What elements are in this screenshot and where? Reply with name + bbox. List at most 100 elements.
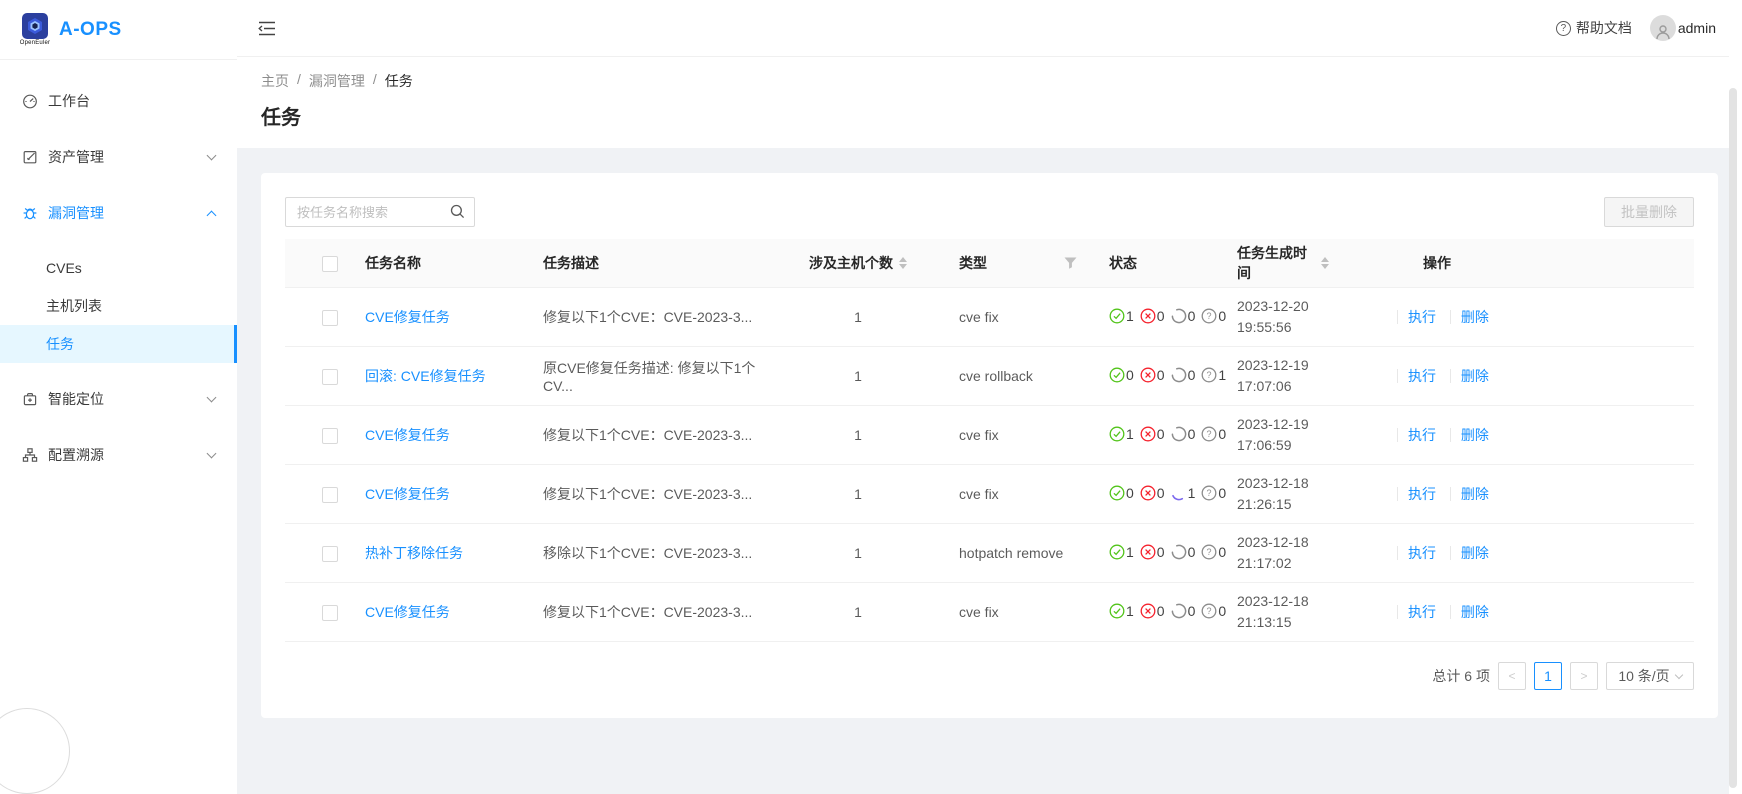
svg-text:?: ?: [1207, 429, 1212, 439]
vulnerability-submenu: CVEs 主机列表 任务: [0, 249, 237, 363]
actions-cell: 执行 删除: [1353, 288, 1694, 347]
sidebar-nav: 工作台 资产管理 漏洞管理 CVEs 主机列表 任务: [0, 60, 237, 475]
row-checkbox[interactable]: [322, 310, 338, 326]
task-name-link[interactable]: 热补丁移除任务: [365, 545, 463, 561]
sidebar-item-cves[interactable]: CVEs: [0, 249, 237, 287]
sidebar-item-assets[interactable]: 资产管理: [0, 137, 237, 177]
task-name-link[interactable]: 回滚: CVE修复任务: [365, 368, 486, 384]
svg-text:?: ?: [1207, 370, 1212, 380]
action-divider: [1397, 310, 1398, 324]
batch-delete-button[interactable]: 批量删除: [1604, 197, 1694, 227]
fail-icon: [1140, 367, 1156, 383]
sidebar-item-vulnerability[interactable]: 漏洞管理: [0, 193, 237, 233]
search-icon[interactable]: [450, 204, 465, 219]
delete-link[interactable]: 删除: [1461, 368, 1489, 384]
svg-text:?: ?: [1207, 488, 1212, 498]
help-doc-link[interactable]: ? 帮助文档: [1556, 18, 1632, 38]
status-cell: 1 0 0 ? 0: [1093, 524, 1221, 583]
col-type[interactable]: 类型: [943, 239, 1093, 288]
execute-link[interactable]: 执行: [1408, 427, 1436, 443]
next-page-button[interactable]: >: [1570, 662, 1598, 690]
svg-text:?: ?: [1207, 606, 1212, 616]
app-name: A-OPS: [59, 19, 122, 41]
openeuler-logo-icon: OpenEuler: [20, 13, 50, 46]
task-type: cve fix: [943, 583, 1093, 642]
logo: OpenEuler A-OPS: [0, 0, 237, 60]
row-checkbox[interactable]: [322, 369, 338, 385]
sidebar-item-config-trace[interactable]: 配置溯源: [0, 435, 237, 475]
filter-icon[interactable]: [1064, 257, 1077, 269]
chevron-down-icon: [207, 151, 217, 161]
task-name-link[interactable]: CVE修复任务: [365, 309, 450, 325]
sidebar-item-label: 资产管理: [48, 147, 208, 167]
sidebar-item-workbench[interactable]: 工作台: [0, 81, 237, 121]
task-name-link[interactable]: CVE修复任务: [365, 486, 450, 502]
running-icon: [1171, 308, 1187, 324]
sidebar-item-label: 主机列表: [46, 296, 102, 316]
row-checkbox[interactable]: [322, 487, 338, 503]
execute-link[interactable]: 执行: [1408, 486, 1436, 502]
col-created-time[interactable]: 任务生成时间: [1221, 239, 1353, 288]
chevron-down-icon: [207, 449, 217, 459]
task-desc: 原CVE修复任务描述: 修复以下1个CV...: [527, 347, 773, 406]
table-row: CVE修复任务 修复以下1个CVE：CVE-2023-3... 1 cve fi…: [285, 406, 1694, 465]
row-checkbox[interactable]: [322, 428, 338, 444]
running-spinner-icon: [1171, 485, 1187, 501]
breadcrumb-separator: /: [373, 71, 377, 91]
page-1-button[interactable]: 1: [1534, 662, 1562, 690]
page-title: 任务: [261, 101, 1718, 130]
delete-link[interactable]: 删除: [1461, 486, 1489, 502]
sidebar-item-label: CVEs: [46, 260, 82, 276]
task-type: cve fix: [943, 465, 1093, 524]
created-time: 2023-12-18 21:26:15: [1221, 465, 1353, 524]
sorter-icon[interactable]: [1321, 257, 1329, 269]
prev-page-button[interactable]: <: [1498, 662, 1526, 690]
success-icon: [1109, 367, 1125, 383]
col-host-count[interactable]: 涉及主机个数: [773, 239, 943, 288]
sorter-icon[interactable]: [899, 257, 907, 269]
delete-link[interactable]: 删除: [1461, 604, 1489, 620]
delete-link[interactable]: 删除: [1461, 427, 1489, 443]
sidebar-item-tasks[interactable]: 任务: [0, 325, 237, 363]
created-time: 2023-12-18 21:13:15: [1221, 583, 1353, 642]
menu-fold-icon[interactable]: [258, 18, 278, 38]
status-badge: 1 0 0 ? 0: [1109, 603, 1230, 619]
page-size-select[interactable]: 10 条/页: [1606, 662, 1694, 690]
execute-link[interactable]: 执行: [1408, 604, 1436, 620]
unknown-icon: ?: [1201, 603, 1217, 619]
content-area: 批量删除 任务名称 任务描述 涉及主机个数: [237, 148, 1742, 794]
row-checkbox[interactable]: [322, 546, 338, 562]
table-row: 热补丁移除任务 移除以下1个CVE：CVE-2023-3... 1 hotpat…: [285, 524, 1694, 583]
task-table: 任务名称 任务描述 涉及主机个数 类型: [285, 239, 1694, 642]
task-name-link[interactable]: CVE修复任务: [365, 604, 450, 620]
scrollbar-thumb[interactable]: [1729, 88, 1737, 788]
breadcrumb-home[interactable]: 主页: [261, 71, 289, 91]
execute-link[interactable]: 执行: [1408, 545, 1436, 561]
search-input[interactable]: [285, 197, 475, 227]
task-name-link[interactable]: CVE修复任务: [365, 427, 450, 443]
user-menu[interactable]: admin: [1650, 15, 1716, 41]
table-header-row: 任务名称 任务描述 涉及主机个数 类型: [285, 239, 1694, 288]
sidebar-item-label: 工作台: [48, 91, 215, 111]
status-cell: 1 0 0 ? 0: [1093, 583, 1221, 642]
execute-link[interactable]: 执行: [1408, 368, 1436, 384]
sidebar-item-host-list[interactable]: 主机列表: [0, 287, 237, 325]
pagination: 总计 6 项 < 1 > 10 条/页: [285, 662, 1694, 690]
delete-link[interactable]: 删除: [1461, 545, 1489, 561]
breadcrumb-separator: /: [297, 71, 301, 91]
actions-cell: 执行 删除: [1353, 347, 1694, 406]
col-actions: 操作: [1353, 239, 1694, 288]
fail-icon: [1140, 308, 1156, 324]
delete-link[interactable]: 删除: [1461, 309, 1489, 325]
execute-link[interactable]: 执行: [1408, 309, 1436, 325]
breadcrumb-vulnerability[interactable]: 漏洞管理: [309, 71, 365, 91]
page-header: 主页 / 漏洞管理 / 任务 任务: [237, 57, 1742, 148]
row-checkbox[interactable]: [322, 605, 338, 621]
select-all-checkbox[interactable]: [322, 256, 338, 272]
success-icon: [1109, 544, 1125, 560]
created-time: 2023-12-19 17:06:59: [1221, 406, 1353, 465]
fail-icon: [1140, 426, 1156, 442]
task-type: cve fix: [943, 288, 1093, 347]
status-badge: 1 0 0 ? 0: [1109, 308, 1230, 324]
sidebar-item-smart-locate[interactable]: 智能定位: [0, 379, 237, 419]
